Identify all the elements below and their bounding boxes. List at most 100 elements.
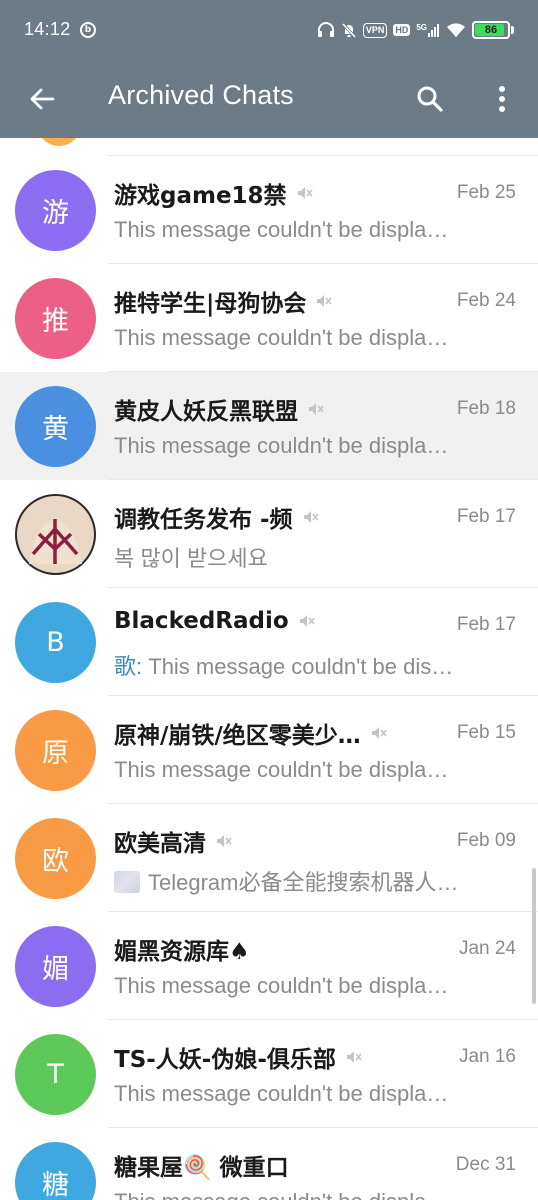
chat-preview: This message couldn't be displa… xyxy=(114,973,506,999)
more-options-button[interactable] xyxy=(480,77,524,121)
preview-text: 복 많이 받으세요 xyxy=(114,546,268,571)
chat-name: 调教任务发布 -频 xyxy=(114,507,293,533)
battery-level: 86 xyxy=(484,24,498,36)
chat-name: 糖果屋🍭 微重口 xyxy=(114,1155,289,1181)
chat-item[interactable]: 媚媚黑资源库♠ Jan 24 This message couldn't be di… xyxy=(0,912,538,1020)
chat-preview: Telegram必备全能搜索机器人… xyxy=(114,865,506,897)
chat-date: Jan 24 xyxy=(458,938,516,959)
chat-title-row: BlackedRadio xyxy=(114,608,315,634)
search-icon xyxy=(417,86,443,112)
chat-title-row: 黄皮人妖反黑联盟 xyxy=(114,392,324,426)
back-button[interactable] xyxy=(20,77,64,121)
battery-icon: 86 xyxy=(472,21,514,39)
chat-title-row: 媚黑资源库♠ xyxy=(114,932,250,966)
avatar[interactable]: 糖 xyxy=(15,1142,96,1200)
muted-icon xyxy=(314,292,333,310)
preview-text: This message couldn't be displa… xyxy=(114,433,449,458)
vpn-icon: VPN xyxy=(362,22,388,38)
scrollbar[interactable] xyxy=(532,868,536,1004)
chat-preview: This message couldn't be displa… xyxy=(114,757,506,783)
chat-date: Feb 09 xyxy=(456,830,516,851)
preview-text: This message couldn't be dis… xyxy=(148,654,454,679)
preview-text: This message couldn't be displa… xyxy=(114,1189,448,1200)
signal-icon: 5G xyxy=(416,23,440,37)
chat-item[interactable]: 推推特学生|母狗协会 Feb 24 This message couldn't be… xyxy=(0,264,538,372)
chat-item[interactable]: 调教任务发布 -频 Feb 17 복 많이 받으세요 xyxy=(0,480,538,588)
avatar[interactable]: T xyxy=(15,1034,96,1115)
chat-item[interactable]: 糖糖果屋🍭 微重口 Dec 31 This message couldn't be … xyxy=(0,1128,538,1200)
chat-preview: 복 많이 받으세요 xyxy=(114,541,506,573)
preview-text: Telegram必备全能搜索机器人… xyxy=(148,870,459,895)
chat-preview: This message couldn't be displa… xyxy=(114,433,506,459)
avatar[interactable] xyxy=(15,494,96,575)
chat-title-row: 原神/崩铁/绝区零美少… xyxy=(114,716,387,750)
chat-name: 推特学生|母狗协会 xyxy=(114,291,307,317)
chat-title-row: 推特学生|母狗协会 xyxy=(114,284,333,318)
chat-title-row: 欧美高清 xyxy=(114,824,232,858)
avatar[interactable]: 游 xyxy=(15,170,96,251)
chat-title-row: 游戏game18禁 xyxy=(114,176,313,210)
chat-item[interactable]: B BlackedRadio Feb 17 歌: This message could… xyxy=(0,588,538,696)
muted-icon xyxy=(301,508,319,526)
avatar[interactable]: 推 xyxy=(15,278,96,359)
preview-text: This message couldn't be displa… xyxy=(114,1081,449,1106)
preview-text: This message couldn't be displa… xyxy=(114,325,449,350)
more-vertical-icon xyxy=(499,86,505,112)
chat-preview: This message couldn't be displa… xyxy=(114,1189,506,1200)
chat-name: BlackedRadio xyxy=(114,608,289,634)
chat-name: 黄皮人妖反黑联盟 xyxy=(114,399,298,425)
avatar[interactable]: 媚 xyxy=(15,926,96,1007)
chat-title-row: 糖果屋🍭 微重口 xyxy=(114,1148,289,1182)
chat-preview: This message couldn't be displa… xyxy=(114,1081,506,1107)
back-arrow-icon xyxy=(30,88,55,110)
chat-name: 原神/崩铁/绝区零美少… xyxy=(114,723,361,749)
preview-text: This message couldn't be displa… xyxy=(114,973,449,998)
wifi-icon xyxy=(447,23,465,37)
chat-date: Feb 25 xyxy=(456,182,516,203)
app-bar: Archived Chats xyxy=(0,60,538,138)
chat-title-row: TS-人妖-伪娘-俱乐部 xyxy=(114,1040,362,1074)
chat-date: Feb 24 xyxy=(456,290,516,311)
chat-title-row: 调教任务发布 -频 xyxy=(114,500,319,534)
chat-date: Jan 16 xyxy=(458,1046,516,1067)
headphones-icon xyxy=(317,22,334,37)
avatar[interactable]: 欧 xyxy=(15,818,96,899)
chat-name: 游戏game18禁 xyxy=(114,183,287,209)
media-thumbnail xyxy=(114,871,140,893)
muted-icon xyxy=(306,400,324,418)
chat-name: 媚黑资源库♠ xyxy=(114,939,250,965)
muted-icon xyxy=(297,612,315,630)
mute-bell-icon xyxy=(341,22,356,38)
muted-icon xyxy=(369,724,387,742)
data-saver-icon: b xyxy=(80,22,96,38)
avatar[interactable]: B xyxy=(15,602,96,683)
chat-preview: 歌: This message couldn't be dis… xyxy=(114,649,506,681)
chat-preview: This message couldn't be displa… xyxy=(114,217,506,243)
status-icons: VPN HD 5G 86 xyxy=(317,20,514,40)
muted-icon xyxy=(344,1048,362,1066)
hd-icon: HD xyxy=(393,24,411,36)
chat-preview: This message couldn't be displa… xyxy=(114,325,506,351)
avatar[interactable] xyxy=(37,138,81,146)
chat-list[interactable]: 游游戏game18禁 Feb 25 This message couldn't be… xyxy=(0,138,538,1200)
preview-text: This message couldn't be displa… xyxy=(114,757,449,782)
sender-name: 歌: xyxy=(114,654,143,679)
chat-item[interactable]: T TS-人妖-伪娘-俱乐部 Jan 16 This message couldn't… xyxy=(0,1020,538,1128)
avatar[interactable]: 原 xyxy=(15,710,96,791)
chat-item[interactable]: 游游戏game18禁 Feb 25 This message couldn't be… xyxy=(0,156,538,264)
avatar[interactable]: 黄 xyxy=(15,386,96,467)
chat-item[interactable]: 黄黄皮人妖反黑联盟 Feb 18 This message couldn't be … xyxy=(0,372,538,480)
chat-date: Feb 17 xyxy=(456,614,516,635)
status-time: 14:12 xyxy=(24,19,71,39)
preview-text: This message couldn't be displa… xyxy=(114,217,449,242)
muted-icon xyxy=(295,184,313,202)
network-type: 5G xyxy=(416,23,427,32)
chat-item[interactable]: 原原神/崩铁/绝区零美少… Feb 15 This message couldn't… xyxy=(0,696,538,804)
chat-date: Feb 15 xyxy=(456,722,516,743)
chat-name: 欧美高清 xyxy=(114,831,206,857)
page-title: Archived Chats xyxy=(108,80,294,110)
search-button[interactable] xyxy=(408,77,452,121)
chat-item[interactable]: 欧欧美高清 Feb 09 Telegram必备全能搜索机器人… xyxy=(0,804,538,912)
chat-date: Feb 18 xyxy=(456,398,516,419)
chat-name: TS-人妖-伪娘-俱乐部 xyxy=(114,1047,336,1073)
